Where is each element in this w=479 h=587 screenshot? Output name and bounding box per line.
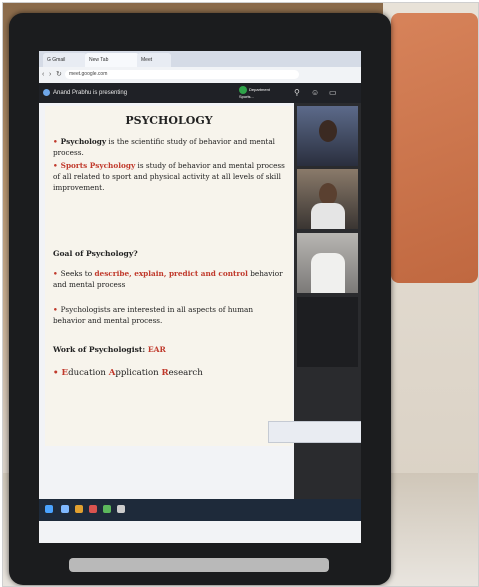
g2-text: Psychologists are interested in all aspe… [53, 305, 254, 325]
reload-icon[interactable]: ↻ [56, 70, 62, 79]
ear-research: esearch [168, 368, 203, 378]
notification-toast[interactable] [268, 421, 361, 443]
goal-point-1: • Seeks to describe, explain, predict and… [53, 268, 285, 290]
pin-icon[interactable]: ⚲ [294, 88, 300, 97]
taskbar-app-icon[interactable] [61, 505, 69, 513]
forward-icon[interactable]: › [49, 70, 51, 79]
taskbar-app-icon[interactable] [103, 505, 111, 513]
bullet-icon: • [53, 368, 59, 378]
url-field[interactable]: meet.google.com [65, 70, 299, 79]
presenter-avatar [43, 89, 50, 96]
participant-head [319, 120, 337, 142]
term-psychology: Psychology [60, 137, 107, 146]
back-icon[interactable]: ‹ [42, 70, 44, 79]
meeting-icon [239, 86, 247, 94]
laptop-hinge [69, 558, 329, 572]
taskbar-app-icon[interactable] [75, 505, 83, 513]
bullet-icon: • [53, 305, 58, 314]
participant-tile[interactable] [297, 233, 358, 293]
windows-taskbar [39, 499, 361, 521]
slide-point-2: • Sports Psychology is study of behavior … [53, 160, 285, 193]
browser-tab[interactable]: Meet [137, 53, 171, 67]
bullet-icon: • [53, 269, 58, 278]
bullet-icon: • [53, 161, 58, 170]
laptop: G Gmail New Tab Meet ‹ › ↻ meet.google.c… [9, 13, 391, 585]
participant-panel [294, 103, 361, 503]
participant-body [311, 253, 345, 293]
g1-text-b: describe, explain, predict and control [94, 269, 248, 278]
presenting-indicator: Anand Prabhu is presenting [43, 89, 127, 96]
ear-education: ducation [68, 368, 109, 378]
ear-r: R [161, 368, 169, 378]
people-icon[interactable]: ☺ [311, 88, 319, 97]
windows-start-icon[interactable] [45, 505, 53, 513]
meet-presenting-bar: Anand Prabhu is presenting Department Sp… [39, 83, 361, 103]
goal-point-2: • Psychologists are interested in all asp… [53, 304, 285, 326]
work-ear: EAR [147, 345, 166, 354]
slide-title: PSYCHOLOGY [125, 114, 213, 127]
browser-tab[interactable]: G Gmail [43, 53, 87, 67]
taskbar-app-icon[interactable] [117, 505, 125, 513]
orange-sofa [391, 13, 478, 283]
presentation-slide: PSYCHOLOGY • Psychology is the scientific… [45, 106, 293, 446]
bullet-icon: • [53, 137, 58, 146]
g1-text-a: Seeks to [60, 269, 95, 278]
ear-expansion: • Education Application Research [53, 368, 285, 379]
meeting-badge: Department Sports... [239, 86, 283, 100]
presenting-text: Anand Prabhu is presenting [53, 90, 128, 97]
participant-tile[interactable] [297, 106, 358, 166]
address-bar-row: ‹ › ↻ meet.google.com [39, 67, 361, 84]
ear-application: pplication [115, 368, 162, 378]
term-sports-psychology: Sports Psychology [60, 161, 136, 170]
browser-tab-bar: G Gmail New Tab Meet [39, 51, 361, 67]
participant-body [311, 203, 345, 229]
participant-tile[interactable] [297, 169, 358, 229]
work-heading: Work of Psychologist: EAR [53, 344, 285, 355]
photo-frame: G Gmail New Tab Meet ‹ › ↻ meet.google.c… [2, 2, 479, 587]
laptop-screen: G Gmail New Tab Meet ‹ › ↻ meet.google.c… [39, 51, 361, 543]
participant-tile-empty [297, 297, 358, 367]
work-label: Work of Psychologist: [53, 345, 148, 354]
browser-tab-active[interactable]: New Tab [85, 53, 139, 67]
chat-icon[interactable]: ▭ [329, 88, 337, 97]
slide-point-1: • Psychology is the scientific study of b… [53, 136, 285, 158]
taskbar-app-icon[interactable] [89, 505, 97, 513]
participant-head [319, 183, 337, 205]
goal-heading: Goal of Psychology? [53, 249, 138, 258]
